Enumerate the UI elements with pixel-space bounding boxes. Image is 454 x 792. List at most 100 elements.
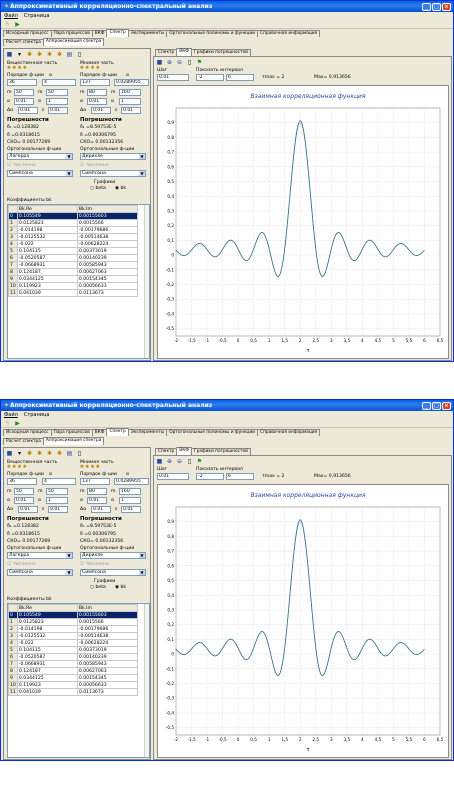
tab-source-process[interactable]: Исходный процесс — [3, 429, 52, 436]
interval-to-input[interactable]: 6 — [226, 473, 254, 480]
table-row[interactable]: 6 -0.0520587 0.00140239 — [8, 254, 138, 262]
imag-order-input[interactable]: 137 — [80, 478, 110, 485]
save-icon[interactable]: ■ — [6, 51, 13, 58]
chevron-down-icon[interactable]: ▾ — [16, 450, 23, 457]
tab-right-spectrum[interactable]: Спектр — [155, 49, 178, 56]
calc-icon[interactable]: ✱ — [26, 450, 33, 457]
step-input[interactable]: 0.01 — [157, 473, 189, 480]
close-button[interactable]: × — [442, 2, 451, 11]
tab-spectrum[interactable]: Спектр — [106, 428, 129, 436]
table-row[interactable]: 8 0.124187 0.00627063 — [8, 268, 138, 276]
flag-icon[interactable]: ⚑ — [196, 458, 203, 465]
imag-d-input[interactable]: 0.01 — [91, 107, 111, 114]
table-row[interactable]: 7 -0.0668931 0.00585943 — [8, 261, 138, 269]
doc-icon[interactable]: ▯ — [76, 51, 83, 58]
table-row[interactable]: 11 0.041039 0.0113673 — [8, 289, 138, 297]
tab-orthogonal[interactable]: Ортогональные полиномы и функции — [166, 429, 259, 436]
imag-method-select[interactable]: Симпсона ▼ — [80, 170, 146, 177]
real-order-input[interactable]: 36 — [7, 79, 37, 86]
tab-reference[interactable]: Справочная информация — [257, 30, 321, 37]
zoom-icon[interactable]: ⊖ — [176, 59, 183, 66]
imag-d-input[interactable]: 0.01 — [91, 506, 111, 513]
radio-beta[interactable]: ○ beta — [90, 585, 106, 590]
table-row[interactable]: 3 -0.0125532 -0.00514638 — [8, 632, 138, 640]
tab-right-errors[interactable]: Графики погрешностей — [190, 49, 251, 56]
table-row[interactable]: 9 0.0344125 0.00154345 — [8, 674, 138, 682]
tab-spectrum-approx[interactable]: Аппроксимация спектра — [42, 38, 105, 46]
table-row[interactable]: 10 0.119923 0.00056633 — [8, 282, 138, 290]
tab-right-spectrum[interactable]: Спектр — [155, 448, 178, 455]
zoom-icon[interactable]: ⊕ — [166, 458, 173, 465]
minimize-button[interactable]: _ — [422, 2, 431, 11]
table-row[interactable]: 5 0.104115 0.00373019 — [8, 247, 138, 255]
table-icon[interactable]: ▤ — [66, 51, 73, 58]
imag-method-check[interactable]: ☑ Численно — [80, 562, 109, 567]
doc-icon[interactable]: ▯ — [186, 458, 193, 465]
maximize-button[interactable]: □ — [432, 2, 441, 11]
tab-spectrum-approx[interactable]: Аппроксимация спектра — [42, 437, 105, 445]
menu-file[interactable]: Файл — [4, 412, 18, 418]
radio-bk[interactable]: ◉ bk — [115, 585, 126, 590]
interval-from-input[interactable]: -2 — [196, 74, 224, 81]
calc-icon[interactable]: ✱ — [36, 51, 43, 58]
real-orth-select[interactable]: Лагерра ▼ — [7, 552, 73, 559]
play-icon[interactable]: ▶ — [14, 21, 21, 28]
imag-m-input[interactable]: 80 — [87, 488, 107, 495]
real-m2-input[interactable]: 50 — [46, 89, 68, 96]
tab-right-vkf[interactable]: ВКФ — [176, 447, 192, 455]
real-a2-input[interactable]: 1 — [46, 98, 68, 105]
imag-method-select[interactable]: Симпсона ▼ — [80, 569, 146, 576]
calc-icon[interactable]: ✱ — [46, 450, 53, 457]
doc-icon[interactable]: ▯ — [76, 450, 83, 457]
table-row[interactable]: 4 -0.022 -0.00628224 — [8, 240, 138, 248]
zoom-icon[interactable]: ⊖ — [176, 458, 183, 465]
radio-bk[interactable]: ◉ bk — [115, 186, 126, 191]
step-input[interactable]: 0.01 — [157, 74, 189, 81]
calc-icon[interactable]: ✱ — [36, 450, 43, 457]
table-icon[interactable]: ▤ — [66, 450, 73, 457]
imag-a-input[interactable]: 0.01 — [87, 497, 107, 504]
table-row[interactable]: 9 0.0344125 0.00154345 — [8, 275, 138, 283]
tab-reference[interactable]: Справочная информация — [257, 429, 321, 436]
close-button[interactable]: × — [442, 401, 451, 410]
real-order-input[interactable]: 36 — [7, 478, 37, 485]
imag-a2-input[interactable]: 1 — [119, 98, 141, 105]
tab-orthogonal[interactable]: Ортогональные полиномы и функции — [166, 30, 259, 37]
table-row[interactable]: 5 0.104115 0.00373019 — [8, 646, 138, 654]
radio-beta[interactable]: ○ beta — [90, 186, 106, 191]
real-alpha-input[interactable]: 4 — [42, 79, 76, 86]
table-row[interactable]: 2 -0.014198 -0.00179686 — [8, 625, 138, 633]
real-d-input[interactable]: 0.01 — [18, 107, 38, 114]
table-row[interactable]: 1 0.0125823 0.0015566 — [8, 219, 138, 227]
imag-orth-select[interactable]: Дирихле ▼ — [80, 153, 146, 160]
maximize-button[interactable]: □ — [432, 401, 441, 410]
table-row[interactable]: 10 0.119923 0.00056633 — [8, 681, 138, 689]
imag-orth-select[interactable]: Дирихле ▼ — [80, 552, 146, 559]
real-alpha-input[interactable]: 4 — [42, 478, 76, 485]
imag-alpha-input[interactable]: 0.0289955 — [114, 79, 149, 86]
menu-page[interactable]: Страница — [24, 13, 50, 19]
minimize-button[interactable]: _ — [422, 401, 431, 410]
table-row[interactable]: 2 -0.014198 -0.00179686 — [8, 226, 138, 234]
real-a2-input[interactable]: 1 — [46, 497, 68, 504]
real-m-input[interactable]: 50 — [14, 89, 34, 96]
real-a-input[interactable]: 0.01 — [14, 98, 34, 105]
save-icon[interactable]: ■ — [156, 458, 163, 465]
imag-a-input[interactable]: 0.01 — [87, 98, 107, 105]
real-method-select[interactable]: Симпсона ▼ — [7, 569, 73, 576]
real-a-input[interactable]: 0.01 — [14, 497, 34, 504]
calc-icon[interactable]: ✱ — [26, 51, 33, 58]
coef-scrollbar[interactable] — [144, 205, 149, 358]
doc-icon[interactable]: ▯ — [186, 59, 193, 66]
calc-icon[interactable]: ✱ — [46, 51, 53, 58]
imag-m2-input[interactable]: 160 — [119, 89, 141, 96]
calc-icon[interactable]: ✱ — [56, 51, 63, 58]
flag-icon[interactable]: ⚑ — [196, 59, 203, 66]
coef-grid[interactable]: Bk.Re Bk.Im 0 0.105549 0.00155603 1 0.0125823… — [7, 204, 150, 359]
menu-page[interactable]: Страница — [24, 412, 50, 418]
save-icon[interactable]: ■ — [6, 450, 13, 457]
table-row[interactable]: 1 0.0125823 0.0015566 — [8, 618, 138, 626]
real-method-check[interactable]: ☑ Численно — [7, 163, 36, 168]
real-d2-input[interactable]: 0.01 — [48, 107, 68, 114]
real-method-check[interactable]: ☑ Численно — [7, 562, 36, 567]
